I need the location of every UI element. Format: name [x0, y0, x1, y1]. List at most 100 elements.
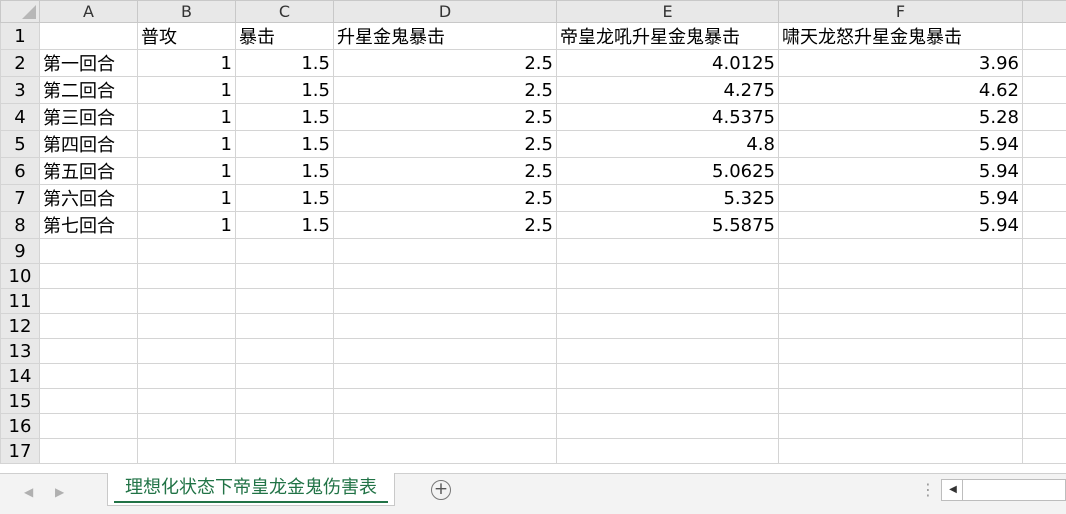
cell[interactable]	[333, 338, 557, 364]
spreadsheet-grid[interactable]: A B C D E F 1 普攻 暴击 升星金鬼暴击 帝皇龙吼升星金鬼暴击 啸天…	[0, 0, 1066, 473]
cell[interactable]: 5.28	[778, 103, 1023, 131]
column-header-a[interactable]: A	[39, 0, 138, 23]
cell[interactable]	[235, 313, 334, 339]
cell[interactable]: 1	[137, 184, 236, 212]
cell[interactable]: 第三回合	[39, 103, 138, 131]
cell[interactable]	[39, 263, 138, 289]
cell[interactable]	[1022, 184, 1066, 212]
cell[interactable]	[235, 413, 334, 439]
row-header[interactable]: 17	[0, 438, 40, 464]
cell[interactable]	[39, 413, 138, 439]
row-header[interactable]: 10	[0, 263, 40, 289]
cell[interactable]: 4.8	[556, 130, 779, 158]
cell[interactable]: 第二回合	[39, 76, 138, 104]
cell[interactable]	[137, 288, 236, 314]
cell[interactable]	[1022, 438, 1066, 464]
cell[interactable]: 啸天龙怒升星金鬼暴击	[778, 22, 1023, 50]
cell[interactable]: 4.5375	[556, 103, 779, 131]
row-header[interactable]: 6	[0, 157, 40, 185]
cell[interactable]	[1022, 288, 1066, 314]
cell[interactable]: 帝皇龙吼升星金鬼暴击	[556, 22, 779, 50]
cell[interactable]	[333, 238, 557, 264]
cell[interactable]: 1	[137, 49, 236, 77]
cell[interactable]	[39, 388, 138, 414]
cell[interactable]: 第五回合	[39, 157, 138, 185]
cell[interactable]	[778, 338, 1023, 364]
cell[interactable]	[39, 313, 138, 339]
row-header[interactable]: 11	[0, 288, 40, 314]
cell[interactable]: 第四回合	[39, 130, 138, 158]
cell[interactable]	[556, 288, 779, 314]
cell[interactable]	[1022, 157, 1066, 185]
cell[interactable]	[556, 338, 779, 364]
cell[interactable]	[137, 438, 236, 464]
cell[interactable]: 1	[137, 211, 236, 239]
vertical-ellipsis-icon[interactable]: ⋮	[920, 480, 936, 499]
column-header-b[interactable]: B	[137, 0, 236, 23]
cell[interactable]	[778, 438, 1023, 464]
plus-circle-icon[interactable]: +	[431, 480, 451, 500]
cell[interactable]	[1022, 76, 1066, 104]
cell[interactable]	[235, 363, 334, 389]
row-header[interactable]: 3	[0, 76, 40, 104]
cell[interactable]: 5.94	[778, 157, 1023, 185]
cell[interactable]: 5.5875	[556, 211, 779, 239]
cell[interactable]	[556, 263, 779, 289]
cell[interactable]: 2.5	[333, 130, 557, 158]
cell[interactable]	[556, 413, 779, 439]
cell[interactable]: 2.5	[333, 184, 557, 212]
row-header[interactable]: 14	[0, 363, 40, 389]
cell[interactable]	[39, 288, 138, 314]
cell[interactable]	[1022, 338, 1066, 364]
row-header[interactable]: 9	[0, 238, 40, 264]
cell[interactable]	[39, 438, 138, 464]
cell[interactable]: 2.5	[333, 76, 557, 104]
cell[interactable]	[1022, 363, 1066, 389]
row-header[interactable]: 15	[0, 388, 40, 414]
cell[interactable]: 2.5	[333, 103, 557, 131]
cell[interactable]	[333, 288, 557, 314]
row-header[interactable]: 1	[0, 22, 40, 50]
cell[interactable]: 1.5	[235, 49, 334, 77]
cell[interactable]: 2.5	[333, 157, 557, 185]
cell[interactable]	[333, 388, 557, 414]
chevron-left-icon[interactable]: ◀	[24, 485, 33, 499]
cell[interactable]: 1.5	[235, 157, 334, 185]
cell[interactable]	[137, 413, 236, 439]
cell[interactable]	[1022, 103, 1066, 131]
column-header-g[interactable]	[1022, 0, 1066, 23]
cell[interactable]	[556, 388, 779, 414]
cell[interactable]: 5.94	[778, 211, 1023, 239]
cell[interactable]: 4.0125	[556, 49, 779, 77]
cell[interactable]	[778, 238, 1023, 264]
cell[interactable]	[39, 22, 138, 50]
cell[interactable]	[778, 363, 1023, 389]
column-header-e[interactable]: E	[556, 0, 779, 23]
row-header[interactable]: 2	[0, 49, 40, 77]
cell[interactable]	[556, 363, 779, 389]
row-header[interactable]: 5	[0, 130, 40, 158]
cell[interactable]	[556, 313, 779, 339]
cell[interactable]: 1.5	[235, 184, 334, 212]
cell[interactable]: 1	[137, 103, 236, 131]
cell[interactable]	[1022, 238, 1066, 264]
row-header[interactable]: 7	[0, 184, 40, 212]
row-header[interactable]: 12	[0, 313, 40, 339]
cell[interactable]: 1.5	[235, 103, 334, 131]
cell[interactable]: 1	[137, 130, 236, 158]
cell[interactable]	[39, 338, 138, 364]
cell[interactable]	[1022, 413, 1066, 439]
cell[interactable]: 5.94	[778, 184, 1023, 212]
horizontal-scrollbar[interactable]: ◀	[941, 479, 1066, 501]
cell[interactable]: 5.325	[556, 184, 779, 212]
cell[interactable]	[137, 263, 236, 289]
cell[interactable]	[137, 363, 236, 389]
column-header-d[interactable]: D	[333, 0, 557, 23]
cell[interactable]: 第七回合	[39, 211, 138, 239]
cell[interactable]	[235, 238, 334, 264]
cell[interactable]	[39, 238, 138, 264]
scroll-left-arrow-icon[interactable]: ◀	[944, 480, 963, 500]
cell[interactable]: 暴击	[235, 22, 334, 50]
cell[interactable]	[1022, 211, 1066, 239]
cell[interactable]: 1.5	[235, 76, 334, 104]
